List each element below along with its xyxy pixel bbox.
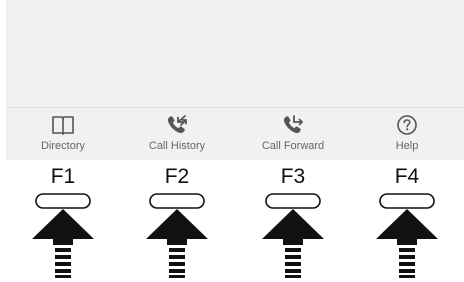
softkey-label-call-forward: Call Forward [261, 140, 325, 152]
up-arrow-icon [376, 209, 438, 278]
up-arrow-icon [146, 209, 208, 278]
function-key-label: F3 [280, 165, 306, 188]
up-arrow-icon [262, 209, 324, 278]
function-key-f1: F1 [6, 163, 120, 279]
f3-physical-button[interactable] [265, 193, 321, 209]
softkey-directory[interactable]: Directory [6, 110, 120, 158]
book-icon [52, 116, 74, 135]
softkey-call-history[interactable]: Call History [120, 110, 234, 158]
f4-physical-button[interactable] [379, 193, 435, 209]
softkey-divider [6, 107, 464, 108]
up-arrow-icon [32, 209, 94, 278]
function-key-f2: F2 [120, 163, 234, 279]
function-key-f3: F3 [236, 163, 350, 279]
call-forward-icon [283, 115, 303, 134]
function-key-label: F4 [394, 165, 420, 188]
function-key-label: F1 [50, 165, 76, 188]
softkey-call-forward[interactable]: Call Forward [236, 110, 350, 158]
softkey-help[interactable]: Help [350, 110, 464, 158]
function-key-f4: F4 [350, 163, 464, 279]
softkey-label-directory: Directory [40, 140, 85, 152]
call-history-icon [167, 115, 187, 134]
softkey-label-help: Help [395, 140, 419, 152]
function-key-label: F2 [164, 165, 190, 188]
f1-physical-button[interactable] [35, 193, 91, 209]
help-icon [397, 115, 417, 135]
softkey-label-call-history: Call History [148, 140, 206, 152]
f2-physical-button[interactable] [149, 193, 205, 209]
